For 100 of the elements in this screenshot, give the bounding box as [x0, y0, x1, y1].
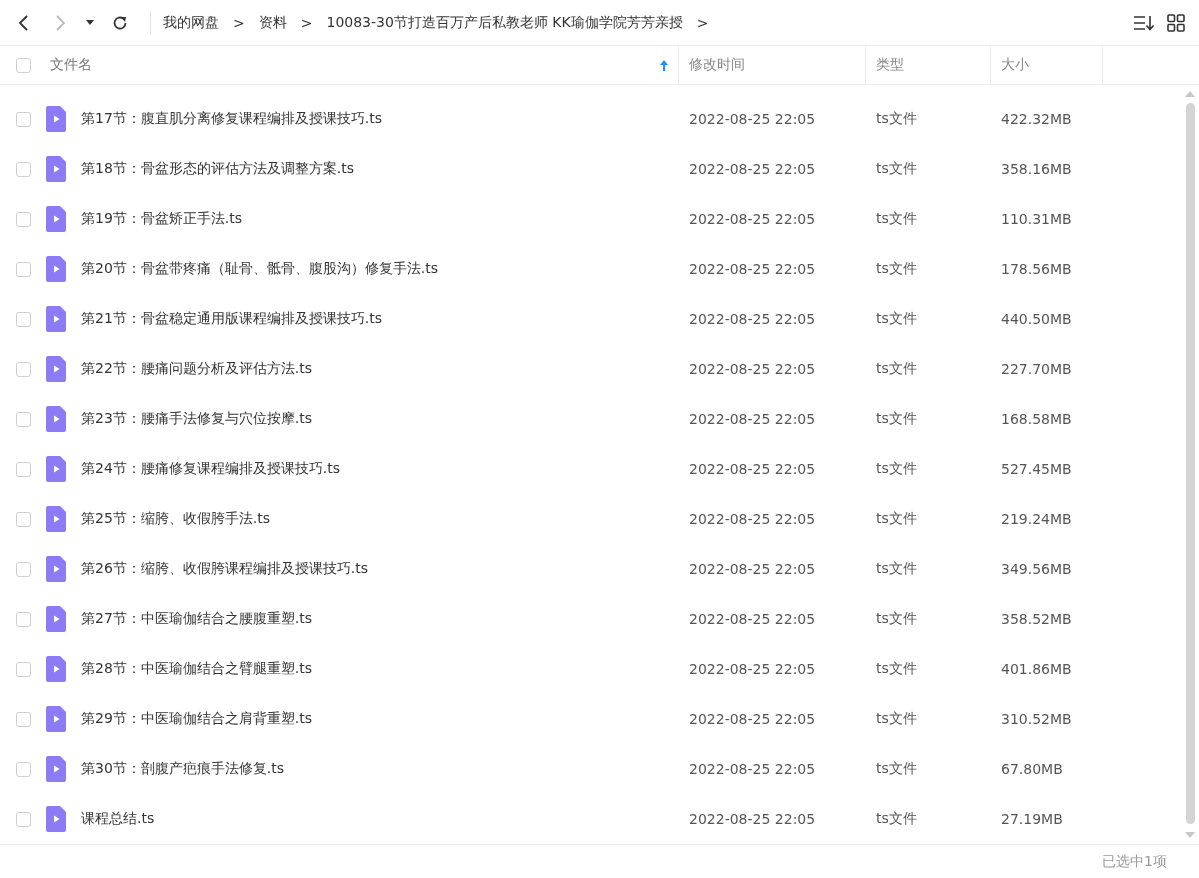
sort-ascending-icon — [660, 59, 668, 71]
row-checkbox[interactable] — [15, 361, 31, 377]
file-name[interactable]: 第28节：中医瑜伽结合之臂腿重塑.ts — [81, 660, 313, 676]
file-type: ts文件 — [876, 760, 917, 776]
row-checkbox[interactable] — [15, 411, 31, 427]
video-file-icon — [46, 706, 66, 732]
row-checkbox[interactable] — [15, 461, 31, 477]
back-icon[interactable] — [18, 14, 30, 31]
file-name[interactable]: 第26节：缩胯、收假胯课程编排及授课技巧.ts — [81, 560, 369, 576]
modified-time: 2022-08-25 22:05 — [689, 461, 816, 477]
file-type: ts文件 — [876, 710, 917, 726]
modified-time: 2022-08-25 22:05 — [689, 761, 816, 777]
sort-icon[interactable] — [1133, 14, 1155, 31]
file-type: ts文件 — [876, 110, 917, 126]
file-name[interactable]: 第21节：骨盆稳定通用版课程编排及授课技巧.ts — [81, 310, 383, 326]
video-file-icon — [46, 406, 66, 432]
file-type: ts文件 — [876, 660, 917, 676]
file-name[interactable]: 第29节：中医瑜伽结合之肩背重塑.ts — [81, 710, 313, 726]
file-type: ts文件 — [876, 410, 917, 426]
row-checkbox[interactable] — [15, 761, 31, 777]
scroll-down-icon[interactable] — [1185, 832, 1195, 838]
file-type: ts文件 — [876, 510, 917, 526]
grid-view-icon[interactable] — [1167, 13, 1185, 32]
file-name[interactable]: 第17节：腹直肌分离修复课程编排及授课技巧.ts — [81, 110, 383, 126]
file-size: 422.32MB — [1001, 111, 1072, 127]
modified-time: 2022-08-25 22:05 — [689, 561, 816, 577]
modified-time: 2022-08-25 22:05 — [689, 811, 816, 827]
breadcrumb-link[interactable]: 10083-30节打造百万产后私教老师 KK瑜伽学院芳芳亲授 — [326, 13, 683, 32]
breadcrumb-separator: > — [233, 14, 245, 31]
selection-status: 已选中1项 — [1102, 852, 1167, 871]
modified-time: 2022-08-25 22:05 — [689, 661, 816, 677]
video-file-icon — [46, 756, 66, 782]
column-header[interactable]: 大小 — [1001, 56, 1029, 74]
file-type: ts文件 — [876, 360, 917, 376]
file-size: 527.45MB — [1001, 461, 1072, 477]
video-file-icon — [46, 106, 66, 132]
file-type: ts文件 — [876, 460, 917, 476]
row-checkbox[interactable] — [15, 611, 31, 627]
file-name[interactable]: 第24节：腰痛修复课程编排及授课技巧.ts — [81, 460, 341, 476]
row-checkbox[interactable] — [15, 711, 31, 727]
column-header[interactable]: 修改时间 — [689, 56, 745, 74]
video-file-icon — [46, 206, 66, 232]
file-size: 178.56MB — [1001, 261, 1072, 277]
file-name[interactable]: 第23节：腰痛手法修复与穴位按摩.ts — [81, 410, 313, 426]
file-size: 110.31MB — [1001, 211, 1072, 227]
file-type: ts文件 — [876, 610, 917, 626]
file-size: 349.56MB — [1001, 561, 1072, 577]
select-all-checkbox[interactable] — [15, 57, 31, 73]
file-type: ts文件 — [876, 810, 917, 826]
video-file-icon — [46, 306, 66, 332]
file-size: 358.16MB — [1001, 161, 1072, 177]
file-size: 67.80MB — [1001, 761, 1063, 777]
modified-time: 2022-08-25 22:05 — [689, 311, 816, 327]
column-header[interactable]: 类型 — [876, 56, 904, 74]
modified-time: 2022-08-25 22:05 — [689, 211, 816, 227]
column-header[interactable]: 文件名 — [50, 56, 92, 74]
modified-time: 2022-08-25 22:05 — [689, 611, 816, 627]
row-checkbox[interactable] — [15, 561, 31, 577]
file-type: ts文件 — [876, 260, 917, 276]
file-name[interactable]: 第30节：剖腹产疤痕手法修复.ts — [81, 760, 285, 776]
row-checkbox[interactable] — [15, 661, 31, 677]
caret-down-icon[interactable] — [86, 19, 94, 26]
breadcrumb-separator: > — [696, 14, 709, 31]
file-name[interactable]: 第18节：骨盆形态的评估方法及调整方案.ts — [81, 160, 355, 176]
modified-time: 2022-08-25 22:05 — [689, 361, 816, 377]
file-name[interactable]: 第25节：缩胯、收假胯手法.ts — [81, 510, 271, 526]
row-checkbox[interactable] — [15, 511, 31, 527]
file-name[interactable]: 第27节：中医瑜伽结合之腰腹重塑.ts — [81, 610, 313, 626]
row-checkbox[interactable] — [15, 311, 31, 327]
file-name[interactable]: 第20节：骨盆带疼痛（耻骨、骶骨、腹股沟）修复手法.ts — [81, 260, 439, 276]
file-size: 358.52MB — [1001, 611, 1072, 627]
file-size: 401.86MB — [1001, 661, 1072, 677]
scroll-up-icon[interactable] — [1185, 91, 1195, 97]
row-checkbox[interactable] — [15, 261, 31, 277]
scrollbar-thumb[interactable] — [1185, 103, 1195, 824]
forward-icon[interactable] — [54, 14, 66, 31]
file-name[interactable]: 第19节：骨盆矫正手法.ts — [81, 210, 243, 226]
file-size: 310.52MB — [1001, 711, 1072, 727]
modified-time: 2022-08-25 22:05 — [689, 411, 816, 427]
video-file-icon — [46, 456, 66, 482]
file-size: 227.70MB — [1001, 361, 1072, 377]
file-size: 27.19MB — [1001, 811, 1063, 827]
video-file-icon — [46, 356, 66, 382]
breadcrumb-link[interactable]: 资料 — [258, 13, 287, 32]
video-file-icon — [46, 256, 66, 282]
modified-time: 2022-08-25 22:05 — [689, 261, 816, 277]
file-name[interactable]: 第22节：腰痛问题分析及评估方法.ts — [81, 360, 313, 376]
file-size: 440.50MB — [1001, 311, 1072, 327]
video-file-icon — [46, 806, 66, 832]
row-checkbox[interactable] — [15, 211, 31, 227]
video-file-icon — [46, 606, 66, 632]
row-checkbox[interactable] — [15, 161, 31, 177]
file-size: 168.58MB — [1001, 411, 1072, 427]
video-file-icon — [46, 506, 66, 532]
file-size: 219.24MB — [1001, 511, 1072, 527]
modified-time: 2022-08-25 22:05 — [689, 511, 816, 527]
row-checkbox[interactable] — [15, 811, 31, 827]
row-checkbox[interactable] — [15, 111, 31, 127]
breadcrumb-link[interactable]: 我的网盘 — [163, 13, 219, 32]
file-name[interactable]: 课程总结.ts — [81, 810, 155, 826]
